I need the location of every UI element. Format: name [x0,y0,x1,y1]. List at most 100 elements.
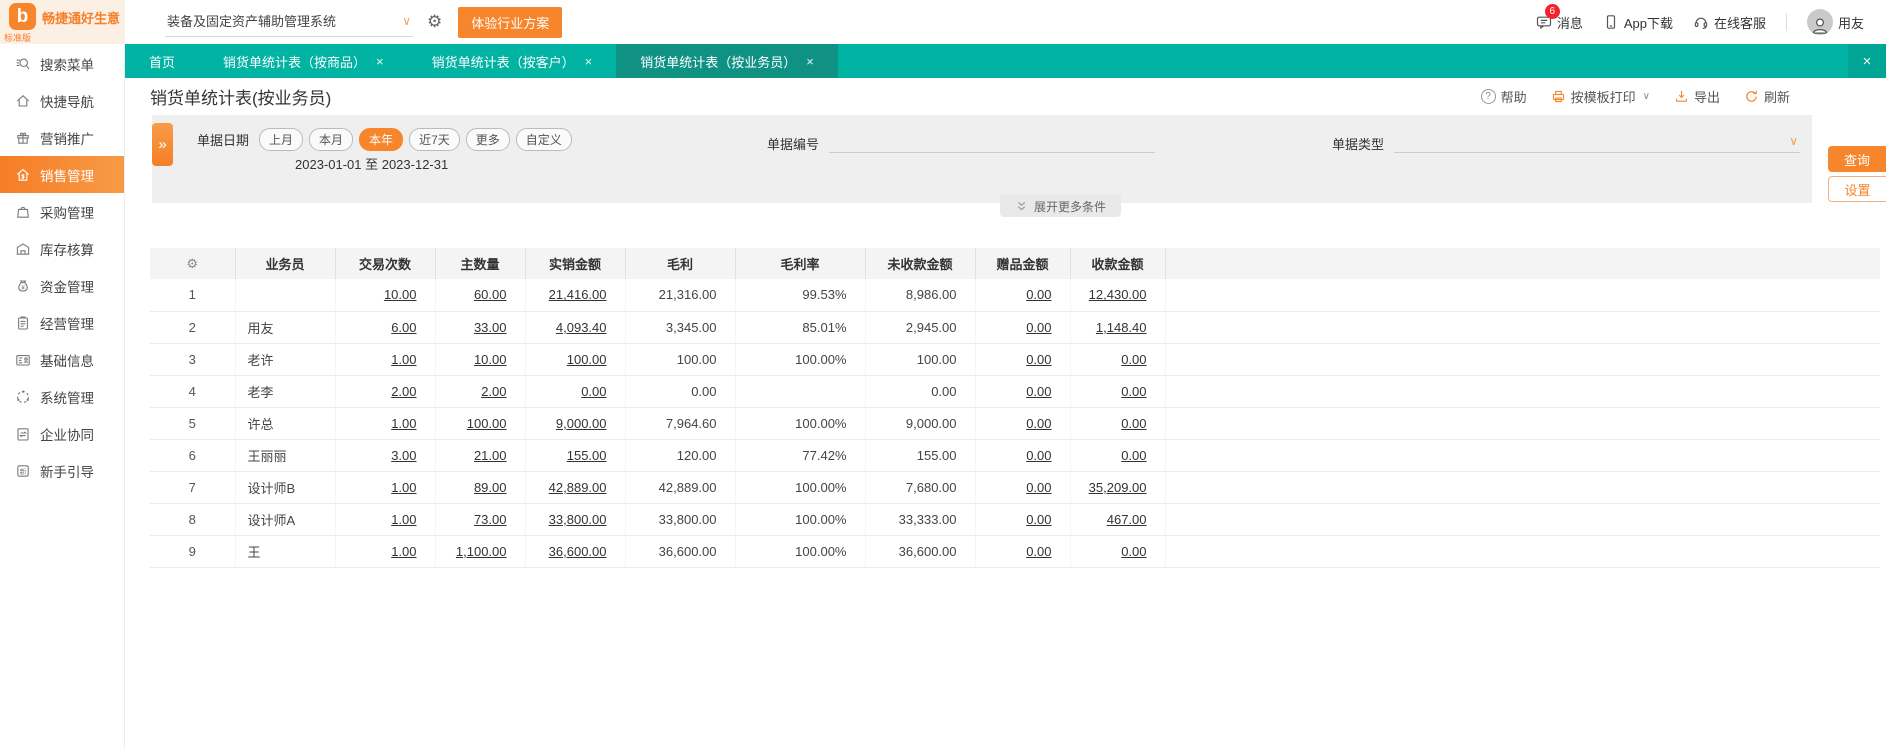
cell-实销金额: 33,800.00 [524,503,625,536]
drilldown-link[interactable]: 0.00 [1026,448,1051,463]
drilldown-link[interactable]: 3.00 [391,448,416,463]
drilldown-link[interactable]: 0.00 [1121,352,1146,367]
cell-未收款金额: 7,680.00 [864,471,975,504]
query-button[interactable]: 查询 [1828,146,1886,172]
date-range-value[interactable]: 2023-01-01 至 2023-12-31 [295,154,448,173]
drilldown-link[interactable]: 1.00 [391,544,416,559]
drilldown-link[interactable]: 1,148.40 [1096,320,1147,335]
sidebar-item-operations-mgmt[interactable]: 经营管理 [0,304,124,341]
drilldown-link[interactable]: 42,889.00 [549,480,607,495]
user-menu[interactable]: 用友 [1806,9,1864,35]
sidebar-item-inventory-accounting[interactable]: 库存核算 [0,230,124,267]
sidebar-item-sales-mgmt[interactable]: 销售管理 [0,156,124,193]
print-by-template-button[interactable]: 按模板打印 ∨ [1551,87,1650,106]
drilldown-link[interactable]: 60.00 [474,287,507,302]
drilldown-link[interactable]: 1.00 [391,416,416,431]
drilldown-link[interactable]: 0.00 [1026,384,1051,399]
sidebar-item-label: 快捷导航 [40,94,94,110]
drilldown-link[interactable]: 36,600.00 [549,544,607,559]
drilldown-link[interactable]: 21.00 [474,448,507,463]
date-pill-本年[interactable]: 本年 [359,128,404,151]
bill-no-input[interactable] [829,131,1156,153]
sidebar-item-search-menu[interactable]: 搜索菜单 [0,45,124,82]
drilldown-link[interactable]: 1.00 [391,352,416,367]
drilldown-link[interactable]: 89.00 [474,480,507,495]
gear-icon[interactable]: ⚙ [427,12,442,32]
refresh-button[interactable]: 刷新 [1744,87,1790,106]
export-button[interactable]: 导出 [1674,87,1720,106]
tab-close-icon[interactable]: × [806,54,814,69]
settings-button[interactable]: 设置 [1828,176,1886,202]
tab-close-icon[interactable]: × [585,54,593,69]
drilldown-link[interactable]: 100.00 [467,416,507,431]
date-pill-自定义[interactable]: 自定义 [515,128,572,151]
drilldown-link[interactable]: 0.00 [1026,352,1051,367]
drilldown-link[interactable]: 10.00 [384,287,417,302]
column-settings-header: ⚙ [150,248,235,279]
drilldown-link[interactable]: 0.00 [1121,384,1146,399]
sidebar-item-system-mgmt[interactable]: 系统管理 [0,378,124,415]
collapse-filter-button[interactable]: » [152,123,173,166]
drilldown-link[interactable]: 12,430.00 [1089,287,1147,302]
sidebar-item-basic-info[interactable]: 基础信息 [0,341,124,378]
online-service-button[interactable]: 在线客服 [1693,13,1766,32]
drilldown-link[interactable]: 467.00 [1107,512,1147,527]
drilldown-link[interactable]: 0.00 [1026,287,1051,302]
drilldown-link[interactable]: 0.00 [1121,416,1146,431]
drilldown-link[interactable]: 1.00 [391,512,416,527]
sidebar-item-enterprise-collab[interactable]: 企业协同 [0,415,124,452]
expand-more-conditions[interactable]: 展开更多条件 [1000,195,1122,217]
drilldown-link[interactable]: 35,209.00 [1089,480,1147,495]
cell-收款金额: 35,209.00 [1069,471,1165,504]
date-pill-近7天[interactable]: 近7天 [409,128,460,151]
sidebar-item-funds-mgmt[interactable]: ¥ 资金管理 [0,267,124,304]
tab-0[interactable]: 首页 [125,44,199,78]
drilldown-link[interactable]: 0.00 [581,384,606,399]
drilldown-link[interactable]: 0.00 [1121,544,1146,559]
drilldown-link[interactable]: 155.00 [567,448,607,463]
trial-solution-button[interactable]: 体验行业方案 [458,6,563,38]
bill-type-select[interactable] [1394,131,1801,153]
drilldown-link[interactable]: 73.00 [474,512,507,527]
drilldown-link[interactable]: 6.00 [391,320,416,335]
drilldown-link[interactable]: 21,416.00 [549,287,607,302]
tab-1[interactable]: 销货单统计表（按商品） × [199,44,408,78]
drilldown-link[interactable]: 33.00 [474,320,507,335]
logo: b 畅捷通好生意 标准版 [0,0,125,44]
row-number: 1 [150,279,235,312]
drilldown-link[interactable]: 9,000.00 [556,416,607,431]
row-number: 5 [150,407,235,440]
drilldown-link[interactable]: 10.00 [474,352,507,367]
sidebar-item-quick-nav[interactable]: 快捷导航 [0,82,124,119]
sidebar-item-purchase-mgmt[interactable]: 采购管理 [0,193,124,230]
help-button[interactable]: ? 帮助 [1480,87,1527,106]
column-settings-icon[interactable]: ⚙ [186,256,198,271]
drilldown-link[interactable]: 0.00 [1121,448,1146,463]
drilldown-link[interactable]: 33,800.00 [549,512,607,527]
logo-edition-badge: 标准版 [4,33,32,43]
drilldown-link[interactable]: 0.00 [1026,512,1051,527]
drilldown-link[interactable]: 4,093.40 [556,320,607,335]
drilldown-link[interactable]: 0.00 [1026,480,1051,495]
app-download-button[interactable]: App下载 [1603,13,1673,32]
drilldown-link[interactable]: 0.00 [1026,544,1051,559]
date-pill-上月[interactable]: 上月 [259,128,304,151]
drilldown-link[interactable]: 2.00 [391,384,416,399]
date-pill-更多[interactable]: 更多 [465,128,510,151]
tab-3[interactable]: 销货单统计表（按业务员） × [616,44,838,78]
close-all-tabs-button[interactable]: × [1848,44,1886,78]
tab-2[interactable]: 销货单统计表（按客户） × [408,44,617,78]
drilldown-link[interactable]: 1.00 [391,480,416,495]
tab-close-icon[interactable]: × [376,54,384,69]
drilldown-link[interactable]: 2.00 [481,384,506,399]
cell-主数量: 2.00 [434,375,525,408]
sidebar-item-beginner-guide[interactable]: 新 新手引导 [0,452,124,489]
drilldown-link[interactable]: 100.00 [567,352,607,367]
drilldown-link[interactable]: 0.00 [1026,416,1051,431]
system-select[interactable]: 装备及固定资产辅助管理系统 ∨ [165,7,413,37]
messages-button[interactable]: 消息 6 [1536,3,1583,32]
date-pill-本月[interactable]: 本月 [309,128,354,151]
sidebar-item-marketing[interactable]: 营销推广 [0,119,124,156]
drilldown-link[interactable]: 0.00 [1026,320,1051,335]
drilldown-link[interactable]: 1,100.00 [456,544,507,559]
